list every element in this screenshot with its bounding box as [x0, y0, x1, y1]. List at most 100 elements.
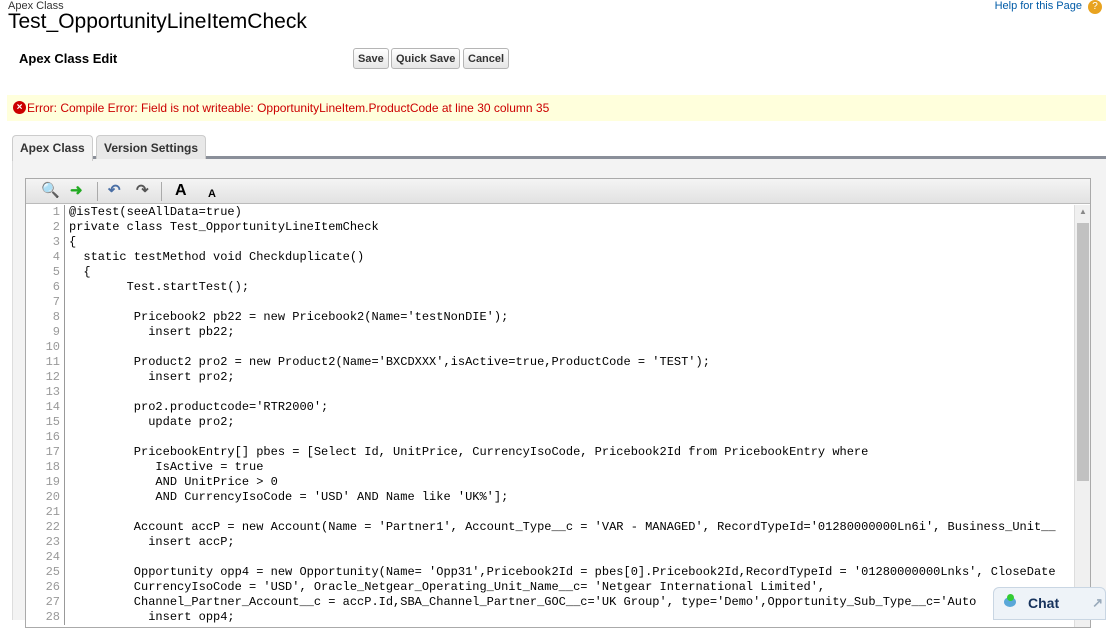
editor-toolbar: 🔍 ➜ ↶ ↷ A A — [26, 179, 1090, 204]
line-number: 1 — [26, 205, 65, 220]
code-line: 2 private class Test_OpportunityLineItemC… — [26, 220, 1074, 235]
code-line: 1 @isTest(seeAllData=true) — [26, 205, 1074, 220]
code-line: 13 — [26, 385, 1074, 400]
line-number: 22 — [26, 520, 65, 535]
code-line: 18 IsActive = true — [26, 460, 1074, 475]
code-line: 23 insert accP; — [26, 535, 1074, 550]
line-number: 28 — [26, 610, 65, 625]
line-number: 21 — [26, 505, 65, 520]
line-number: 26 — [26, 580, 65, 595]
go-to-line-icon[interactable]: ➜ — [70, 182, 83, 200]
code-line: 28 insert opp4; — [26, 610, 1074, 625]
line-number: 10 — [26, 340, 65, 355]
code-line: 7 — [26, 295, 1074, 310]
code-text: update pro2; — [69, 415, 235, 429]
code-line: 16 — [26, 430, 1074, 445]
line-number: 4 — [26, 250, 65, 265]
code-line: 26 CurrencyIsoCode = 'USD', Oracle_Netge… — [26, 580, 1074, 595]
code-line: 21 — [26, 505, 1074, 520]
code-line: 9 insert pb22; — [26, 325, 1074, 340]
code-text: Product2 pro2 = new Product2(Name='BXCDX… — [69, 355, 710, 369]
code-line: 22 Account accP = new Account(Name = 'Pa… — [26, 520, 1074, 535]
line-number: 23 — [26, 535, 65, 550]
cancel-button[interactable]: Cancel — [463, 48, 510, 69]
code-text: insert opp4; — [69, 610, 235, 624]
quick-save-button[interactable]: Quick Save — [391, 48, 461, 69]
code-text: static testMethod void Checkduplicate() — [69, 250, 365, 264]
line-number: 19 — [26, 475, 65, 490]
scroll-up-icon[interactable]: ▲ — [1079, 207, 1087, 216]
code-line: 3{ — [26, 235, 1074, 250]
redo-icon[interactable]: ↷ — [136, 182, 149, 200]
font-larger-button[interactable]: A — [175, 182, 187, 200]
line-number: 14 — [26, 400, 65, 415]
error-icon: × — [13, 101, 26, 114]
code-text: insert pb22; — [69, 325, 235, 339]
code-line: 8 Pricebook2 pb22 = new Pricebook2(Name=… — [26, 310, 1074, 325]
line-number: 11 — [26, 355, 65, 370]
help-icon[interactable]: ? — [1088, 0, 1102, 14]
chat-widget[interactable]: Chat ↗ — [993, 587, 1106, 620]
code-area[interactable]: 1 @isTest(seeAllData=true) 2 private class … — [26, 205, 1074, 627]
code-text: AND UnitPrice > 0 — [69, 475, 278, 489]
code-text: insert accP; — [69, 535, 235, 549]
line-number: 17 — [26, 445, 65, 460]
toolbar-divider — [97, 182, 98, 201]
chat-label: Chat — [1028, 595, 1060, 611]
section-title: Apex Class Edit — [19, 51, 118, 66]
line-number: 5 — [26, 265, 65, 280]
code-text: { — [69, 265, 91, 279]
code-text: Channel_Partner_Account__c = accP.Id,SBA… — [69, 595, 977, 609]
code-text: PricebookEntry[] pbes = [Select Id, Unit… — [69, 445, 869, 459]
code-line: 5 { — [26, 265, 1074, 280]
code-line: 4 static testMethod void Checkduplicate(… — [26, 250, 1074, 265]
code-line: 14 pro2.productcode='RTR2000'; — [26, 400, 1074, 415]
code-text: CurrencyIsoCode = 'USD', Oracle_Netgear_… — [69, 580, 826, 594]
save-button[interactable]: Save — [353, 48, 389, 69]
vertical-scrollbar[interactable]: ▲ — [1074, 205, 1090, 627]
code-editor[interactable]: 🔍 ➜ ↶ ↷ A A 1 @isTest(seeAllData=true) 2 pr… — [25, 178, 1091, 628]
code-text: { — [69, 235, 77, 249]
help-link[interactable]: Help for this Page — [995, 0, 1082, 12]
code-text: @isTest(seeAllData=true) — [69, 205, 242, 219]
tab-version-settings[interactable]: Version Settings — [96, 135, 207, 159]
code-line: 12 insert pro2; — [26, 370, 1074, 385]
line-number: 20 — [26, 490, 65, 505]
font-smaller-button[interactable]: A — [208, 185, 216, 203]
line-number: 15 — [26, 415, 65, 430]
toolbar-divider — [161, 182, 162, 201]
code-text: pro2.productcode='RTR2000'; — [69, 400, 329, 414]
line-number: 18 — [26, 460, 65, 475]
code-text: Test.startTest(); — [69, 280, 250, 294]
line-number: 12 — [26, 370, 65, 385]
code-line: 20 AND CurrencyIsoCode = 'USD' AND Name … — [26, 490, 1074, 505]
scrollbar-thumb[interactable] — [1077, 223, 1089, 481]
line-number: 9 — [26, 325, 65, 340]
code-line: 6 Test.startTest(); — [26, 280, 1074, 295]
code-line: 11 Product2 pro2 = new Product2(Name='BX… — [26, 355, 1074, 370]
code-line: 25 Opportunity opp4 = new Opportunity(Na… — [26, 565, 1074, 580]
code-text: AND CurrencyIsoCode = 'USD' AND Name lik… — [69, 490, 509, 504]
line-number: 24 — [26, 550, 65, 565]
code-line: 15 update pro2; — [26, 415, 1074, 430]
page-title: Test_OpportunityLineItemCheck — [8, 10, 307, 33]
undo-icon[interactable]: ↶ — [108, 182, 121, 200]
line-number: 16 — [26, 430, 65, 445]
line-number: 6 — [26, 280, 65, 295]
popout-icon[interactable]: ↗ — [1092, 588, 1103, 618]
code-text: private class Test_OpportunityLineItemCh… — [69, 220, 379, 234]
code-line: 24 — [26, 550, 1074, 565]
tab-apex-class[interactable]: Apex Class — [12, 135, 93, 161]
chat-icon — [1004, 594, 1016, 607]
tab-bar: Apex Class Version Settings — [12, 135, 1106, 161]
line-number: 7 — [26, 295, 65, 310]
code-text: Pricebook2 pb22 = new Pricebook2(Name='t… — [69, 310, 509, 324]
search-icon[interactable]: 🔍 — [41, 182, 60, 200]
code-line: 17 PricebookEntry[] pbes = [Select Id, U… — [26, 445, 1074, 460]
